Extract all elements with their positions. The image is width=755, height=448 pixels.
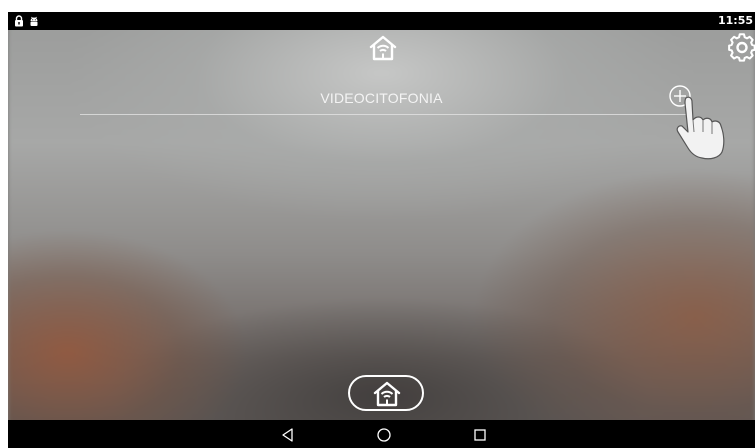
system-nav-bar <box>8 420 755 448</box>
lock-icon <box>15 15 23 27</box>
recents-square-icon[interactable] <box>472 427 488 443</box>
home-circle-icon[interactable] <box>376 427 392 443</box>
status-clock: 11:55 <box>717 14 753 27</box>
gear-icon[interactable] <box>727 33 755 63</box>
smart-home-icon <box>369 35 397 61</box>
smart-home-icon <box>373 381 401 407</box>
android-icon <box>30 16 38 26</box>
back-triangle-icon[interactable] <box>280 427 296 443</box>
section-title: VIDEOCITOFONIA <box>320 90 443 106</box>
status-bar: 11:55 <box>8 12 755 30</box>
home-button[interactable] <box>348 375 424 411</box>
section-divider <box>80 114 688 115</box>
pointing-hand-icon <box>676 96 725 160</box>
device-screen: 11:55 VIDEOCITOFONIA <box>8 12 755 448</box>
